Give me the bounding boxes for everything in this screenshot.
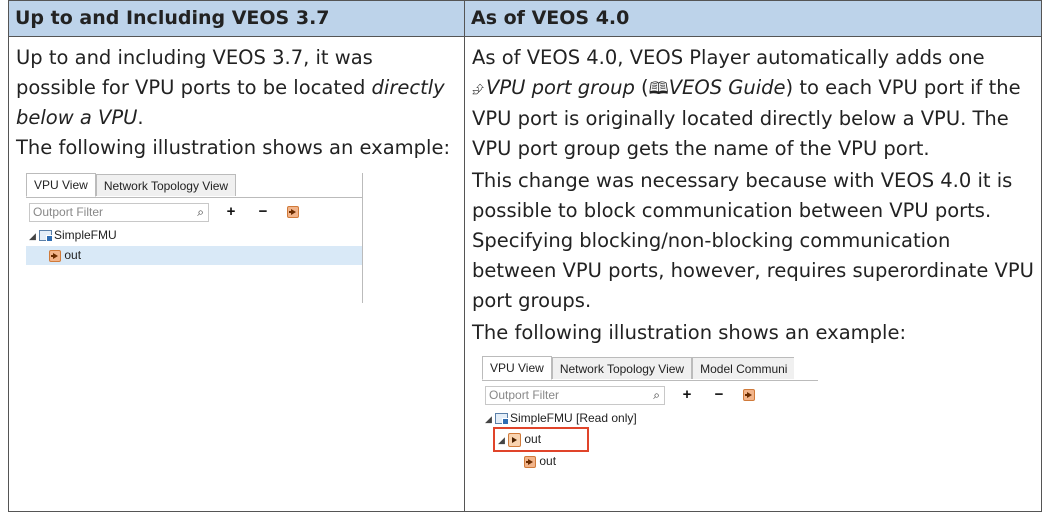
header-veos-4-0: As of VEOS 4.0	[464, 0, 1042, 37]
left-cell: Up to and including VEOS 3.7, it was pos…	[8, 36, 465, 512]
right-cell: As of VEOS 4.0, VEOS Player automaticall…	[464, 36, 1042, 512]
add-port-button[interactable]	[283, 203, 303, 222]
tree-row-port-out[interactable]: out	[524, 452, 556, 471]
right-paragraph-2: This change was necessary because with V…	[472, 169, 1034, 312]
port-icon	[524, 455, 536, 468]
tree-row-simplefmu[interactable]: ◢ SimpleFMU	[29, 226, 117, 245]
outport-filter-input[interactable]: Outport Filter ⌕	[29, 202, 209, 222]
book-icon: 🕮	[648, 79, 669, 99]
tab-model-communication[interactable]: Model Communi	[692, 357, 795, 379]
add-port-icon	[287, 205, 299, 218]
vpu-port-group-link[interactable]: VPU port group	[486, 76, 635, 99]
right-paragraph-3: The following illustration shows an exam…	[472, 321, 907, 344]
tab-network-topology-view[interactable]: Network Topology View	[95, 174, 237, 196]
right-paragraph-1: As of VEOS 4.0, VEOS Player automaticall…	[472, 46, 1021, 160]
tree-row-out-selected[interactable]: out	[26, 246, 362, 265]
tab-bar: VPU View Network Topology View	[26, 173, 362, 198]
vpu-icon	[495, 413, 509, 426]
vpu-icon	[39, 230, 53, 243]
filter-toolbar: Outport Filter ⌕ + −	[485, 385, 759, 405]
add-button[interactable]: +	[221, 203, 241, 222]
table-body-row: Up to and including VEOS 3.7, it was pos…	[8, 36, 1042, 512]
add-button[interactable]: +	[677, 386, 697, 405]
tree-row-simplefmu[interactable]: ◢ SimpleFMU [Read only]	[485, 409, 637, 428]
filter-toolbar: Outport Filter ⌕ + −	[29, 202, 303, 222]
outport-filter-input[interactable]: Outport Filter ⌕	[485, 385, 665, 405]
vpu-view-screenshot-old: VPU View Network Topology View Outport F…	[26, 173, 363, 303]
tab-bar: VPU View Network Topology View Model Com…	[482, 356, 818, 381]
remove-button[interactable]: −	[709, 386, 729, 405]
remove-button[interactable]: −	[253, 203, 273, 222]
vpu-view-screenshot-new: VPU View Network Topology View Model Com…	[482, 356, 818, 474]
left-paragraph-2: The following illustration shows an exam…	[16, 136, 451, 159]
add-port-icon	[743, 388, 755, 401]
tab-vpu-view[interactable]: VPU View	[26, 173, 96, 197]
header-veos-3-7: Up to and Including VEOS 3.7	[8, 0, 465, 37]
expand-arrow-icon[interactable]: ◢	[29, 227, 39, 246]
comparison-table: Up to and Including VEOS 3.7 As of VEOS …	[8, 0, 1042, 512]
tab-vpu-view[interactable]: VPU View	[482, 356, 552, 380]
search-icon[interactable]: ⌕	[653, 387, 660, 404]
left-paragraph-1: Up to and including VEOS 3.7, it was pos…	[16, 46, 445, 129]
search-icon[interactable]: ⌕	[197, 204, 204, 221]
veos-guide-link[interactable]: VEOS Guide	[669, 76, 786, 99]
add-port-button[interactable]	[739, 386, 759, 405]
highlight-box	[493, 427, 589, 452]
tab-network-topology-view[interactable]: Network Topology View	[551, 357, 693, 379]
cross-reference-icon: ⮵	[472, 80, 485, 98]
port-icon	[49, 249, 61, 262]
table-header-row: Up to and Including VEOS 3.7 As of VEOS …	[8, 0, 1042, 37]
